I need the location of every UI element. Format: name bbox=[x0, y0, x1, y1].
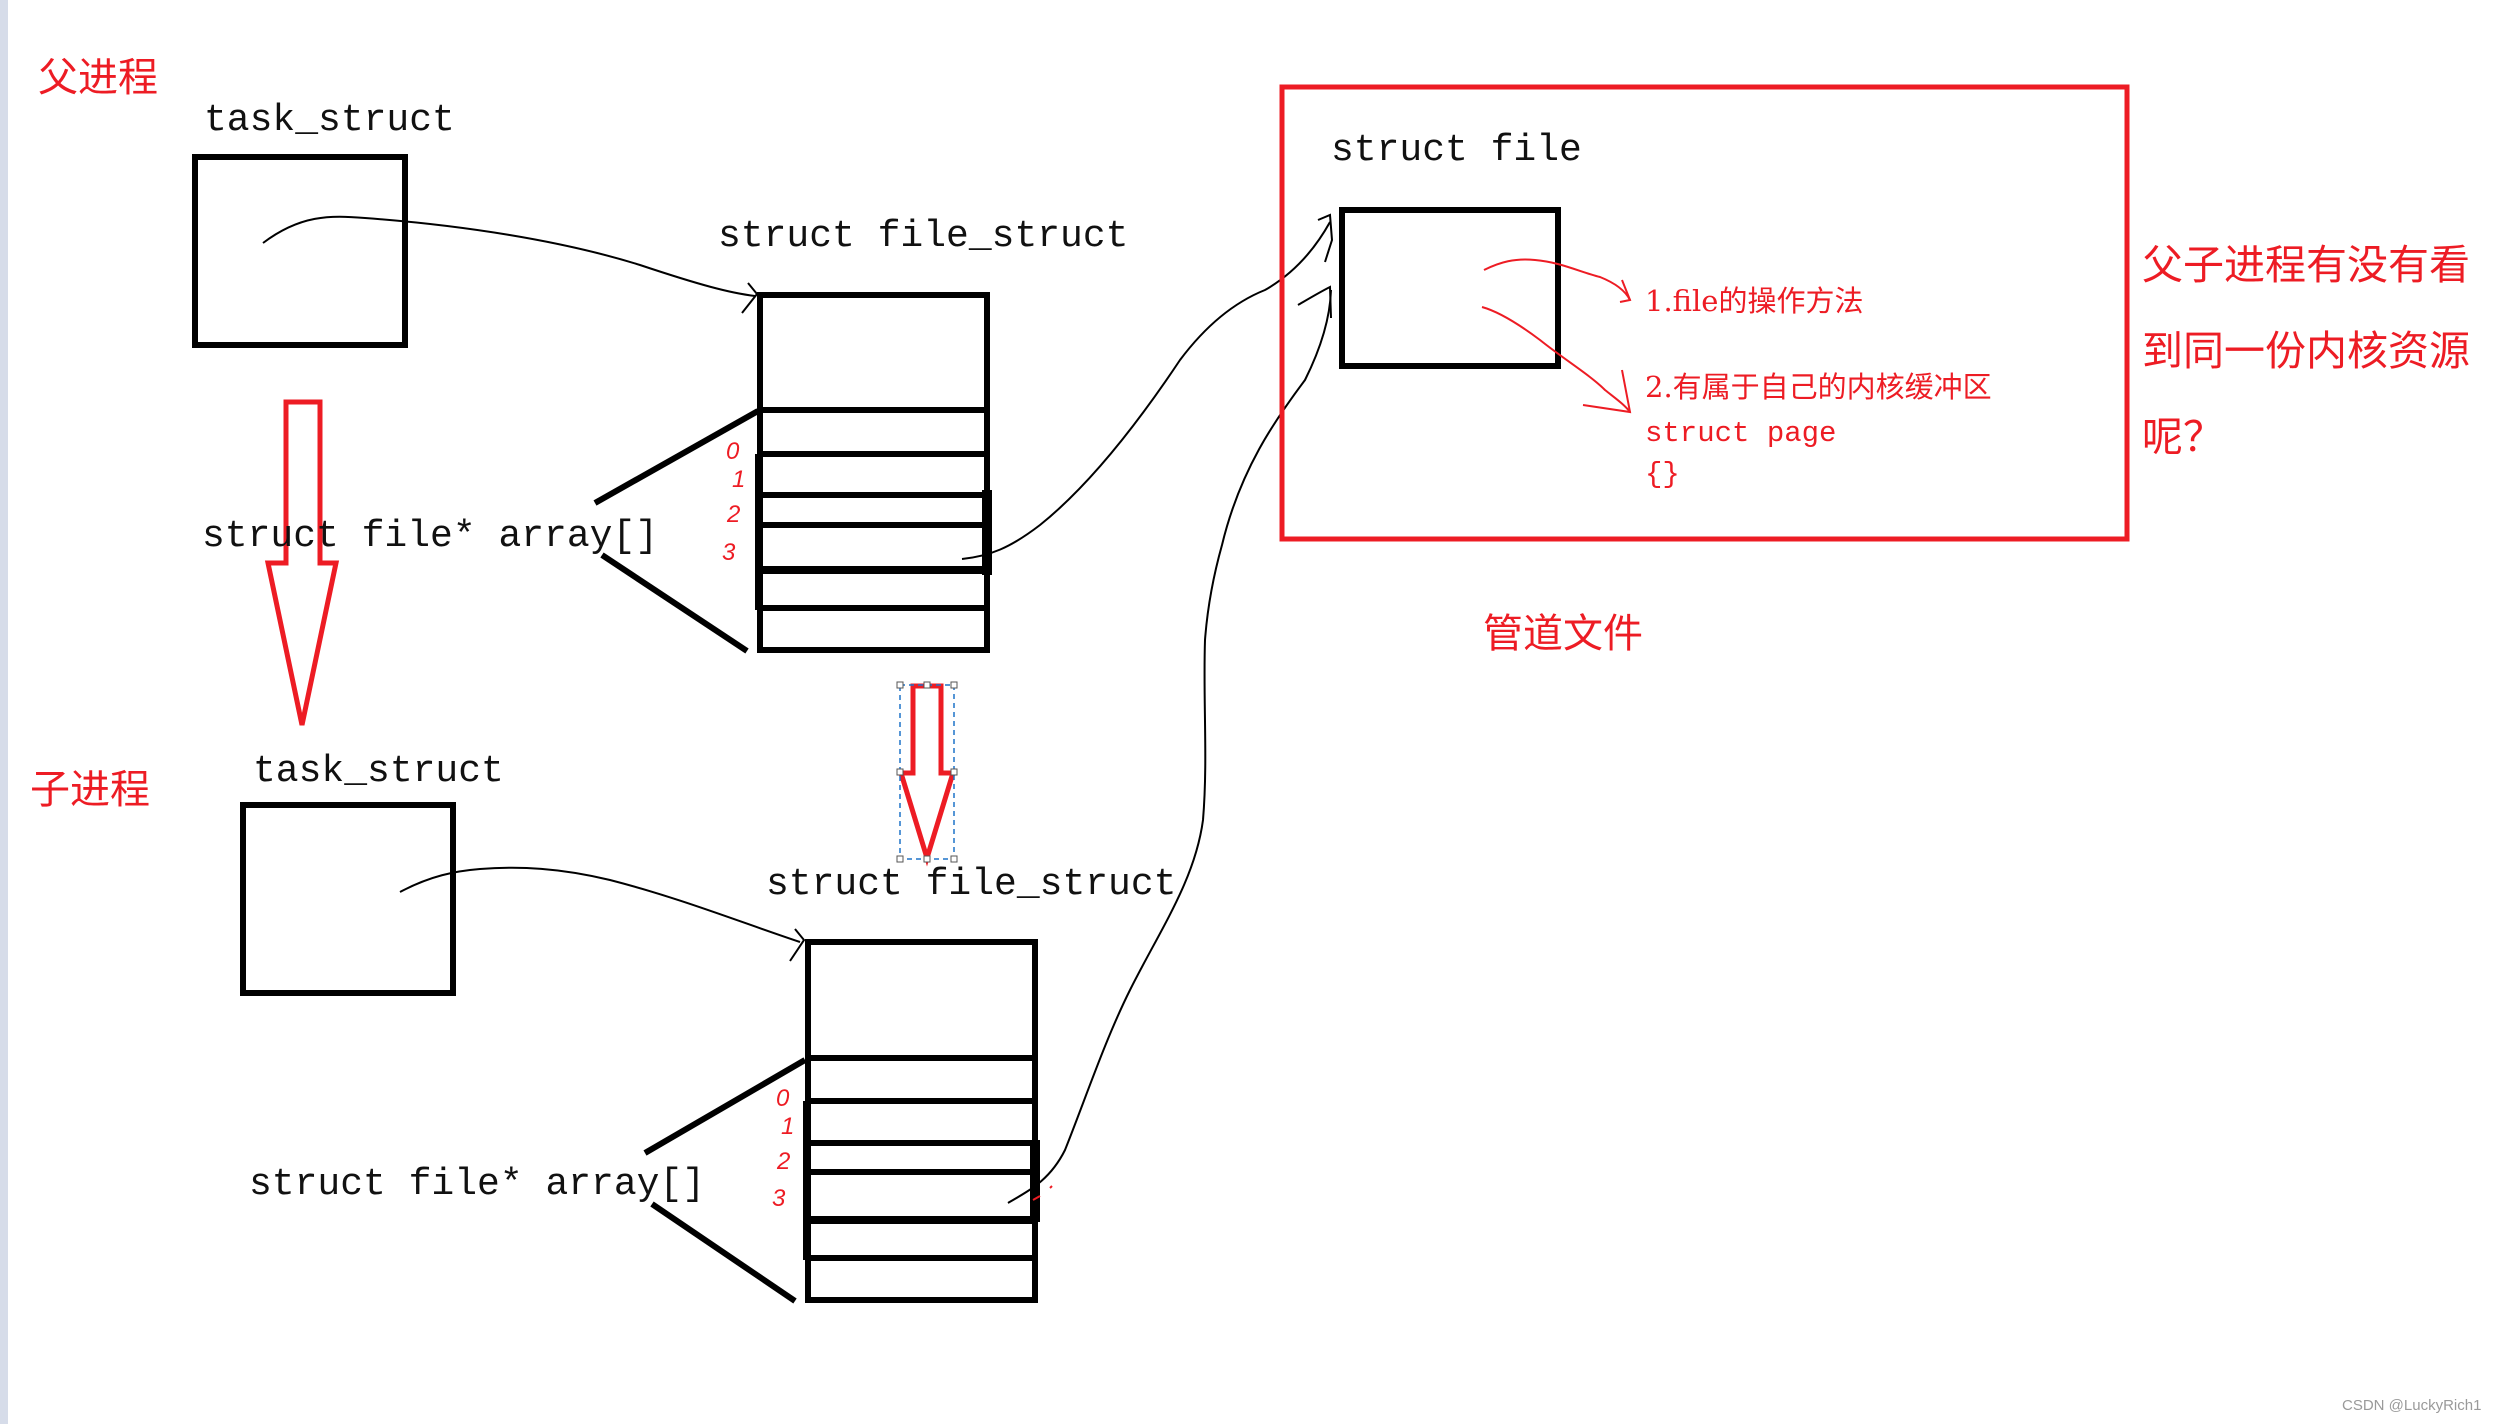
child-fd-index: 0 bbox=[776, 1085, 790, 1112]
resize-handle[interactable] bbox=[923, 855, 931, 863]
child-process-title: 子进程 bbox=[30, 767, 150, 813]
resize-handle[interactable] bbox=[896, 681, 904, 689]
struct-file-label: struct file bbox=[1331, 129, 1582, 172]
resize-handle[interactable] bbox=[950, 768, 958, 776]
child-task-to-filestruct-arrow bbox=[399, 866, 801, 943]
child-file-struct-label: struct file_struct bbox=[766, 863, 1177, 906]
copy-arrow-selected[interactable] bbox=[896, 681, 958, 867]
file-ops-note: 1.file的操作方法 bbox=[1645, 284, 1864, 318]
resize-handle[interactable] bbox=[896, 855, 904, 863]
parent-file-struct-box bbox=[755, 292, 992, 653]
watermark: CSDN @LuckyRich1 bbox=[2342, 1397, 2482, 1414]
child-file-arrowhead bbox=[1297, 285, 1332, 319]
file-ops-arrowhead bbox=[1619, 279, 1632, 303]
child-fd-index: 3 bbox=[772, 1185, 786, 1212]
kernel-buffer-note: 2.有属于自己的内核缓冲区 bbox=[1645, 370, 1992, 404]
struct-page-label: struct page bbox=[1645, 417, 1837, 450]
parent-process-title: 父进程 bbox=[38, 55, 158, 101]
parent-fd-index: 1 bbox=[732, 466, 746, 493]
parent-array-label: struct file* array[] bbox=[202, 515, 659, 558]
child-array-label: struct file* array[] bbox=[249, 1163, 706, 1206]
child-filestruct-arrowhead bbox=[789, 928, 806, 962]
parent-task-struct-box bbox=[192, 154, 408, 348]
child-array-bracket-bottom bbox=[650, 1201, 797, 1304]
struct-page-body: {} bbox=[1645, 458, 1680, 491]
child-file-struct-box bbox=[803, 939, 1040, 1303]
pipe-file-caption: 管道文件 bbox=[1483, 611, 1643, 657]
child-task-struct-box bbox=[240, 802, 456, 996]
parent-task-to-filestruct-arrow bbox=[262, 215, 756, 297]
struct-file-box bbox=[1339, 207, 1561, 369]
parent-filestruct-arrowhead bbox=[741, 282, 759, 314]
resize-handle[interactable] bbox=[896, 768, 904, 776]
parent-file-struct-label: struct file_struct bbox=[718, 215, 1129, 258]
parent-fd-index: 0 bbox=[726, 438, 740, 465]
diagram-canvas bbox=[192, 84, 2130, 1304]
parent-array-bracket-bottom bbox=[600, 552, 749, 654]
resize-handle[interactable] bbox=[950, 681, 958, 689]
resize-handle[interactable] bbox=[923, 681, 931, 689]
child-fd-index: 2 bbox=[777, 1148, 791, 1175]
parent-task-struct-label: task_struct bbox=[204, 99, 455, 142]
parent-fd-index: 3 bbox=[722, 539, 736, 566]
copy-arrow-middle bbox=[897, 683, 957, 867]
child-task-struct-label: task_struct bbox=[253, 750, 504, 793]
question-note: 父子进程有没有看到同一份内核资源呢？ bbox=[2142, 241, 2470, 461]
parent-fd3-to-file-arrow bbox=[961, 221, 1331, 560]
parent-fd-index: 2 bbox=[727, 501, 741, 528]
child-fd-index: 1 bbox=[781, 1113, 795, 1140]
fork-arrow-left bbox=[264, 399, 340, 726]
resize-handle[interactable] bbox=[950, 855, 958, 863]
